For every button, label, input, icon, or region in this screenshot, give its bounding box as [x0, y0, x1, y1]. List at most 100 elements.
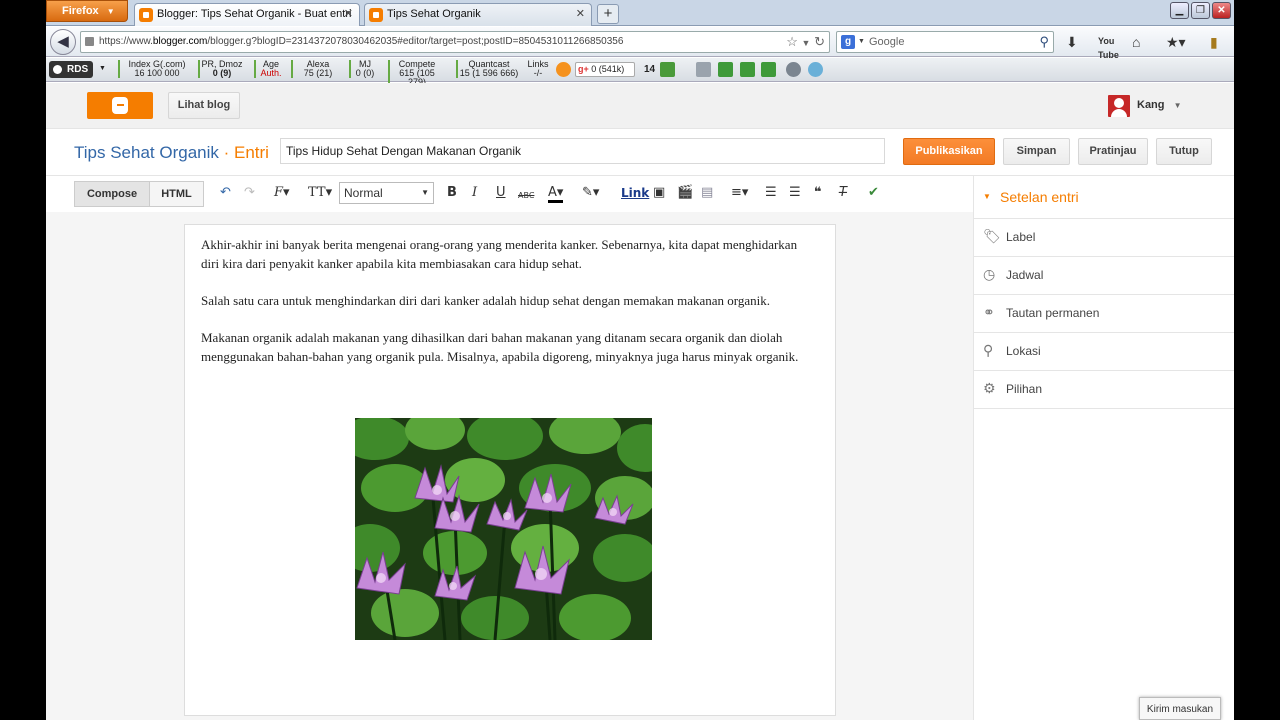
highlight-color-icon[interactable]: ✎▾ — [582, 186, 599, 200]
seo-age[interactable]: Age Auth. — [254, 60, 286, 78]
chevron-down-icon[interactable]: ▼ — [99, 65, 106, 72]
italic-button[interactable]: I — [472, 186, 477, 200]
close-tab-icon[interactable]: ✕ — [576, 4, 585, 25]
post-title-value: Tips Hidup Sehat Dengan Makanan Organik — [286, 144, 522, 158]
bar-chart-icon[interactable] — [660, 62, 675, 77]
new-tab-button[interactable]: + — [597, 4, 619, 24]
close-button[interactable]: Tutup — [1156, 138, 1212, 165]
remove-formatting-icon[interactable]: T̶ — [839, 186, 847, 200]
browser-window: Firefox ▼ Blogger: Tips Sehat Organik - B… — [46, 0, 1234, 720]
google-plus-icon: g+ — [578, 64, 589, 74]
addon-icon[interactable]: ▮ — [1210, 35, 1218, 49]
user-avatar[interactable] — [1108, 95, 1130, 117]
blogger-favicon-icon — [139, 8, 153, 22]
insert-video-icon[interactable]: 🎬 — [677, 186, 693, 200]
link-button[interactable]: Link — [621, 186, 649, 200]
post-paragraph[interactable]: Makanan organik adalah makanan yang diha… — [201, 328, 801, 366]
bookmark-star-icon[interactable]: ☆ — [786, 34, 798, 49]
redo-icon[interactable]: ↷ — [244, 186, 255, 200]
location-pin-icon: ⚲ — [983, 343, 994, 359]
firefox-menu-button[interactable]: Firefox ▼ — [46, 0, 128, 22]
home-icon[interactable]: ⌂ — [1132, 35, 1140, 49]
font-size-icon[interactable]: TT▾ — [308, 186, 332, 200]
globe-icon[interactable] — [808, 62, 823, 77]
water-lily-photo[interactable] — [355, 418, 652, 640]
strikethrough-button[interactable]: ABC — [518, 189, 534, 203]
post-paragraph[interactable]: Salah satu cara untuk menghindarkan diri… — [201, 291, 801, 310]
title-separator: · — [218, 143, 234, 162]
post-settings-header[interactable]: ▼ Setelan entri — [974, 176, 1234, 219]
rss-circle-icon[interactable] — [556, 62, 571, 77]
firefox-menu-label: Firefox — [62, 5, 99, 17]
bulleted-list-icon[interactable]: ☰ — [789, 186, 801, 200]
user-menu[interactable]: Kang ▼ — [1137, 99, 1181, 111]
compose-mode-button[interactable]: Compose — [74, 181, 150, 207]
sidebar-item-text: Pilihan — [1006, 382, 1043, 396]
insert-image-icon[interactable]: ▣ — [653, 186, 665, 200]
close-window-button[interactable]: ✕ — [1212, 2, 1231, 19]
reload-icon[interactable]: ↻ — [814, 34, 825, 49]
align-icon[interactable]: ≡▾ — [731, 186, 748, 200]
seo-links[interactable]: Links -/- — [524, 60, 552, 78]
view-blog-button[interactable]: Lihat blog — [168, 92, 240, 119]
seo-alexa[interactable]: Alexa 75 (21) — [291, 60, 343, 78]
home-green-icon[interactable] — [740, 62, 755, 77]
undo-icon[interactable]: ↶ — [220, 186, 231, 200]
maximize-button[interactable]: ❐ — [1191, 2, 1210, 19]
preview-label: Pratinjau — [1089, 145, 1137, 157]
history-dropdown-icon[interactable]: ▼ — [802, 38, 811, 48]
search-bar[interactable]: g ▼ Google ⚲ — [836, 31, 1054, 53]
url-bar[interactable]: https://www.blogger.com/blogger.g?blogID… — [80, 31, 830, 53]
back-button[interactable]: ◀ — [50, 29, 76, 55]
quote-icon[interactable]: ❝ — [814, 186, 822, 200]
close-tab-icon[interactable]: ✕ — [344, 4, 353, 25]
seo-value: 75 (21) — [303, 68, 333, 78]
seo-quantcast[interactable]: Quantcast 15 (1 596 666) — [456, 60, 520, 78]
sitemap-icon[interactable] — [718, 62, 733, 77]
sidebar-item-location[interactable]: ⚲ Lokasi — [974, 333, 1234, 371]
html-mode-button[interactable]: HTML — [149, 181, 204, 207]
publish-button[interactable]: Publikasikan — [903, 138, 995, 165]
seo-value: 16 100 000 — [134, 68, 180, 78]
download-icon[interactable]: ⬇ — [1066, 35, 1078, 49]
send-feedback-button[interactable]: Kirim masukan — [1139, 697, 1221, 720]
rds-button[interactable]: RDS — [49, 61, 93, 78]
sidebar-item-options[interactable]: ⚙ Pilihan — [974, 371, 1234, 409]
save-button[interactable]: Simpan — [1003, 138, 1070, 165]
seo-pagerank[interactable]: PR, Dmoz 0 (9) — [198, 60, 244, 78]
sidebar-item-label[interactable]: 🏷 Label — [974, 219, 1234, 257]
gear-icon[interactable] — [786, 62, 801, 77]
post-paragraph[interactable]: Akhir-akhir ini banyak berita mengenai o… — [201, 235, 801, 273]
post-title-input[interactable]: Tips Hidup Sehat Dengan Makanan Organik — [280, 138, 885, 164]
jump-break-icon[interactable]: ▤ — [701, 186, 713, 200]
spellcheck-icon[interactable]: ✔ — [868, 186, 879, 200]
numbered-list-icon[interactable]: ☰ — [765, 186, 777, 200]
lock-icon — [85, 37, 94, 46]
paragraph-format-select[interactable]: Normal ▼ — [339, 182, 434, 204]
sidebar-item-schedule[interactable]: ◷ Jadwal — [974, 257, 1234, 295]
search-input[interactable]: Google — [869, 36, 904, 48]
close-label: Tutup — [1169, 145, 1199, 157]
search-icon[interactable]: ⚲ — [1039, 32, 1049, 52]
minimize-button[interactable]: ▁ — [1170, 2, 1189, 19]
text-color-icon[interactable]: A▾ — [548, 186, 564, 203]
preview-button[interactable]: Pratinjau — [1078, 138, 1148, 165]
refresh-green-icon[interactable] — [761, 62, 776, 77]
feed-icon[interactable] — [696, 62, 711, 77]
font-family-icon[interactable]: F▾ — [274, 186, 290, 200]
format-value: Normal — [344, 186, 383, 200]
google-plus-count[interactable]: g+ 0 (541k) — [575, 62, 635, 77]
url-path: /blogger.g?blogID=2314372078030462035#ed… — [207, 36, 624, 47]
seo-majestic[interactable]: MJ 0 (0) — [349, 60, 379, 78]
post-body-editor[interactable]: Akhir-akhir ini banyak berita mengenai o… — [184, 224, 836, 716]
sidebar-item-permalink[interactable]: ⚭ Tautan permanen — [974, 295, 1234, 333]
seo-index-google[interactable]: Index G(.com) 16 100 000 — [118, 60, 194, 78]
bookmarks-icon[interactable]: ★▾ — [1166, 35, 1186, 49]
underline-button[interactable]: U — [496, 186, 506, 200]
tab-blog-view[interactable]: Tips Sehat Organik ✕ — [364, 3, 592, 26]
google-search-engine-icon[interactable]: g — [841, 35, 855, 49]
bold-button[interactable]: B — [447, 186, 457, 200]
tab-blogger-editor[interactable]: Blogger: Tips Sehat Organik - Buat entri… — [134, 3, 360, 26]
blogger-logo-button[interactable] — [87, 92, 153, 119]
post-settings-sidebar: ▼ Setelan entri 🏷 Label ◷ Jadwal ⚭ Tautan pe… — [973, 176, 1234, 720]
